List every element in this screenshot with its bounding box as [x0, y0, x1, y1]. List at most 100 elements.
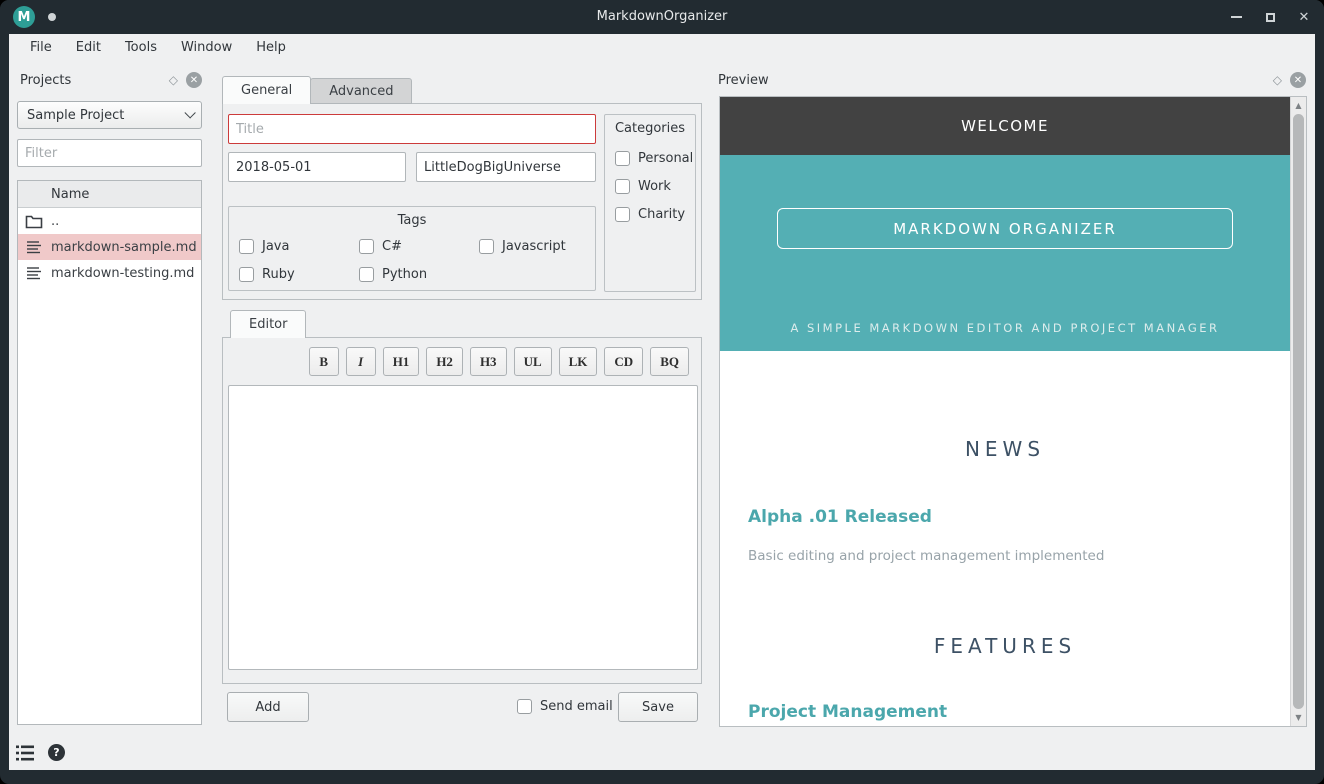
news-item-title: Alpha .01 Released — [748, 507, 932, 527]
checkbox-personal[interactable]: Personal — [615, 151, 693, 166]
checkbox-icon — [359, 239, 374, 254]
scroll-down-icon[interactable]: ▼ — [1291, 710, 1306, 725]
news-item-body: Basic editing and project management imp… — [748, 548, 1104, 564]
author-field[interactable] — [416, 152, 596, 182]
editor-textarea[interactable] — [228, 385, 698, 670]
minimize-icon[interactable] — [1228, 9, 1244, 25]
general-tab-panel: Categories Personal Work Charity Tags — [222, 103, 702, 300]
unordered-list-button[interactable]: UL — [514, 347, 552, 376]
editor-panel: B I H1 H2 H3 UL LK CD BQ — [222, 337, 702, 684]
app-body: File Edit Tools Window Help Projects ◇ ✕… — [9, 34, 1315, 770]
statusbar: ? — [9, 736, 1315, 770]
scroll-up-icon[interactable]: ▲ — [1291, 98, 1306, 113]
title-field[interactable] — [228, 114, 596, 144]
send-email-checkbox[interactable]: Send email — [517, 699, 613, 714]
list-item-markdown-sample[interactable]: markdown-sample.md — [18, 234, 201, 260]
bold-button[interactable]: B — [309, 347, 339, 376]
preview-hero-subtitle: A SIMPLE MARKDOWN EDITOR AND PROJECT MAN… — [720, 321, 1290, 335]
file-name: markdown-testing.md — [51, 266, 194, 281]
save-button[interactable]: Save — [618, 692, 698, 722]
tags-label: Tags — [229, 207, 595, 228]
help-icon[interactable]: ? — [48, 744, 65, 761]
preview-welcome-banner: WELCOME — [720, 97, 1290, 155]
code-button[interactable]: CD — [604, 347, 643, 376]
checkbox-icon — [615, 179, 630, 194]
close-icon[interactable]: ✕ — [1296, 9, 1312, 25]
menu-edit[interactable]: Edit — [64, 34, 113, 62]
file-icon — [25, 239, 43, 255]
link-button[interactable]: LK — [559, 347, 598, 376]
checkbox-icon — [239, 239, 254, 254]
checkbox-icon — [517, 699, 532, 714]
add-button[interactable]: Add — [227, 692, 309, 722]
window-title: MarkdownOrganizer — [0, 0, 1324, 34]
menu-tools[interactable]: Tools — [113, 34, 169, 62]
h1-button[interactable]: H1 — [383, 347, 420, 376]
project-select[interactable]: Sample Project — [17, 101, 202, 129]
categories-label: Categories — [605, 115, 695, 136]
checkbox-javascript[interactable]: Javascript — [479, 239, 566, 254]
checkbox-label: C# — [382, 239, 402, 254]
file-name: .. — [51, 214, 59, 229]
checkbox-label: Java — [262, 239, 289, 254]
checkbox-icon — [239, 267, 254, 282]
tab-advanced[interactable]: Advanced — [310, 78, 412, 104]
project-select-value: Sample Project — [27, 108, 124, 123]
checkbox-java[interactable]: Java — [239, 239, 289, 254]
menu-help[interactable]: Help — [244, 34, 298, 62]
checkbox-charity[interactable]: Charity — [615, 207, 685, 222]
float-dock-icon[interactable]: ◇ — [169, 73, 178, 87]
feature-item-title: Project Management — [748, 702, 947, 722]
preview-panel: WELCOME MARKDOWN ORGANIZER A SIMPLE MARK… — [719, 96, 1307, 727]
close-dock-icon[interactable]: ✕ — [1290, 72, 1306, 88]
projects-dock-title: Projects — [20, 73, 71, 88]
date-field[interactable] — [228, 152, 406, 182]
preview-hero-title: MARKDOWN ORGANIZER — [777, 208, 1233, 249]
h2-button[interactable]: H2 — [426, 347, 463, 376]
italic-button[interactable]: I — [346, 347, 376, 376]
preview-dock-header: Preview ◇ ✕ — [718, 68, 1306, 92]
blockquote-button[interactable]: BQ — [650, 347, 689, 376]
checkbox-icon — [615, 207, 630, 222]
checkbox-icon — [359, 267, 374, 282]
checkbox-python[interactable]: Python — [359, 267, 427, 282]
list-item-parent-dir[interactable]: .. — [18, 208, 201, 234]
editor-tabs: Editor — [230, 310, 306, 338]
folder-icon — [25, 213, 43, 229]
menu-file[interactable]: File — [18, 34, 64, 62]
tags-group: Tags Java C# Javascript Ruby — [228, 206, 596, 291]
checkbox-label: Python — [382, 267, 427, 282]
checkbox-ruby[interactable]: Ruby — [239, 267, 295, 282]
checkbox-label: Javascript — [502, 239, 566, 254]
features-heading: FEATURES — [720, 634, 1290, 658]
scrollbar-thumb[interactable] — [1293, 114, 1304, 709]
view-list-icon[interactable] — [15, 744, 35, 762]
checkbox-csharp[interactable]: C# — [359, 239, 402, 254]
tab-general[interactable]: General — [222, 76, 311, 104]
form-tabs: General Advanced — [222, 76, 412, 104]
tab-editor[interactable]: Editor — [230, 310, 306, 338]
editor-toolbar: B I H1 H2 H3 UL LK CD BQ — [309, 347, 689, 376]
checkbox-label: Personal — [638, 151, 693, 166]
checkbox-work[interactable]: Work — [615, 179, 671, 194]
news-heading: NEWS — [720, 437, 1290, 461]
checkbox-icon — [479, 239, 494, 254]
checkbox-label: Send email — [540, 699, 613, 714]
menu-window[interactable]: Window — [169, 34, 244, 62]
list-item-markdown-testing[interactable]: markdown-testing.md — [18, 260, 201, 286]
project-file-list: Name .. markdown-sample.md — [17, 180, 202, 725]
preview-scrollbar[interactable]: ▲ ▼ — [1290, 97, 1306, 726]
maximize-icon[interactable] — [1262, 9, 1278, 25]
chevron-down-icon — [184, 107, 195, 118]
file-icon — [25, 265, 43, 281]
list-header-name: Name — [18, 181, 201, 208]
close-dock-icon[interactable]: ✕ — [186, 72, 202, 88]
menubar: File Edit Tools Window Help — [9, 34, 1315, 62]
checkbox-icon — [615, 151, 630, 166]
filter-input[interactable] — [17, 139, 202, 167]
titlebar: M MarkdownOrganizer ✕ — [0, 0, 1324, 34]
checkbox-label: Charity — [638, 207, 685, 222]
h3-button[interactable]: H3 — [470, 347, 507, 376]
float-dock-icon[interactable]: ◇ — [1273, 73, 1282, 87]
file-name: markdown-sample.md — [51, 240, 197, 255]
